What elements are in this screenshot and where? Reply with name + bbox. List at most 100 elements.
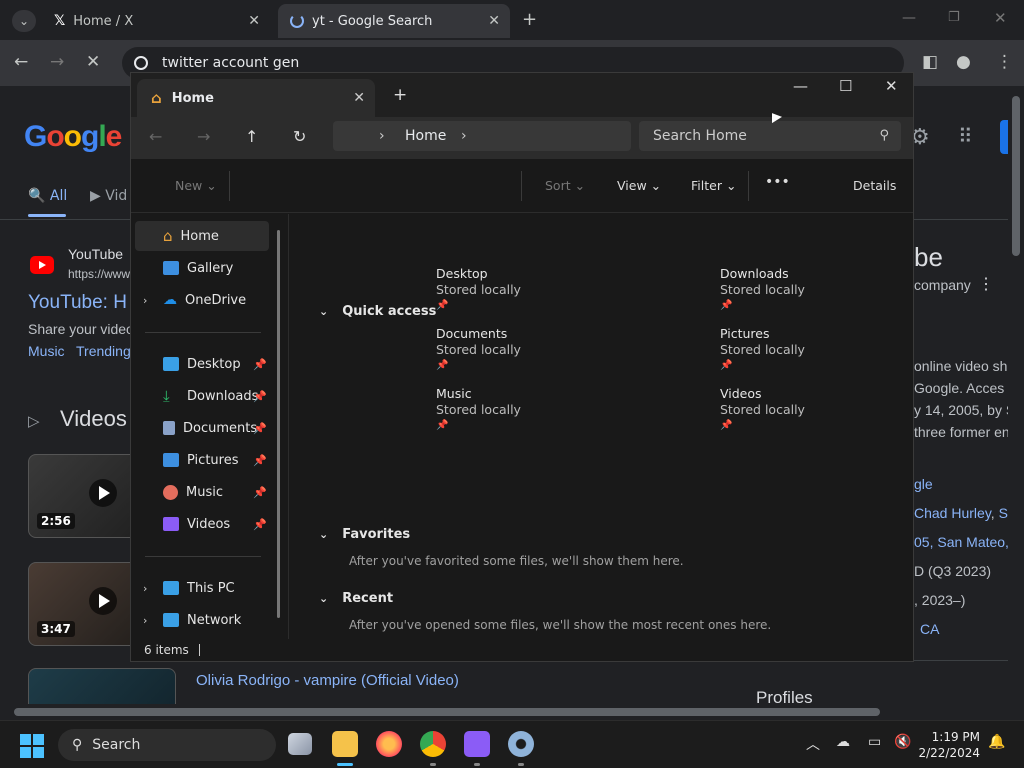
filter-button[interactable]: Filter ⌄ xyxy=(691,178,736,193)
back-icon[interactable]: ← xyxy=(149,127,162,146)
quick-access-downloads[interactable]: Downloads Stored locally 📌 xyxy=(720,266,900,322)
section-recent[interactable]: ⌄ Recent xyxy=(319,591,393,606)
chevron-right-icon[interactable]: › xyxy=(143,614,147,627)
close-window-icon[interactable]: ✕ xyxy=(994,9,1007,27)
quick-access-pictures[interactable]: Pictures Stored locally 📌 xyxy=(720,326,900,382)
sidebar-item-downloads[interactable]: ⤓ Downloads 📌 xyxy=(135,381,269,411)
more-options-button[interactable]: ••• xyxy=(765,174,790,190)
pin-icon[interactable]: 📌 xyxy=(253,358,267,371)
horizontal-scrollbar[interactable] xyxy=(0,704,1008,720)
chevron-right-icon[interactable]: › xyxy=(143,582,147,595)
chrome-app-icon[interactable] xyxy=(420,731,446,757)
pin-icon[interactable]: 📌 xyxy=(253,518,267,531)
taskbar-search-box[interactable]: ⚲ Search xyxy=(58,729,276,761)
close-tab-icon[interactable]: ✕ xyxy=(488,13,500,29)
chevron-down-icon[interactable]: ⌄ xyxy=(319,305,328,318)
video-title-link[interactable]: Olivia Rodrigo - vampire (Official Video… xyxy=(196,672,459,689)
close-window-icon[interactable]: ✕ xyxy=(885,77,898,95)
sidebar-item-network[interactable]: › Network xyxy=(135,605,269,635)
visual-studio-app-icon[interactable] xyxy=(464,731,490,757)
minimize-icon[interactable]: — xyxy=(793,77,808,95)
restore-icon[interactable]: ❐ xyxy=(948,10,960,25)
side-panel-icon[interactable]: ◧ xyxy=(922,52,938,72)
new-button[interactable]: New ⌄ xyxy=(175,178,217,193)
section-favorites[interactable]: ⌄ Favorites xyxy=(319,527,410,542)
back-icon[interactable]: ← xyxy=(14,52,28,72)
sidebar-item-onedrive[interactable]: › ☁ OneDrive xyxy=(135,285,269,315)
pane-divider[interactable] xyxy=(288,214,289,639)
browser-tab-x[interactable]: 𝕏 Home / X ✕ xyxy=(42,4,270,38)
quick-access-desktop[interactable]: Desktop Stored locally 📌 xyxy=(436,266,616,322)
panel-link[interactable]: gle xyxy=(914,476,933,492)
profile-avatar-icon[interactable]: ● xyxy=(956,52,971,72)
windows-start-icon[interactable] xyxy=(20,734,44,758)
stop-loading-icon[interactable]: ✕ xyxy=(86,52,100,72)
file-explorer-app-icon[interactable] xyxy=(332,731,358,757)
pin-icon[interactable]: 📌 xyxy=(253,422,267,435)
result-site-name[interactable]: YouTube xyxy=(68,246,123,262)
notification-bell-icon[interactable]: 🔔 xyxy=(988,734,1005,750)
breadcrumb-home[interactable]: Home xyxy=(405,128,446,144)
scrollbar-thumb[interactable] xyxy=(14,708,880,716)
settings-app-icon[interactable] xyxy=(508,731,534,757)
quick-access-music[interactable]: Music Stored locally 📌 xyxy=(436,386,616,442)
new-tab-icon[interactable]: + xyxy=(522,9,537,30)
sidebar-item-videos[interactable]: Videos 📌 xyxy=(135,509,269,539)
sidebar-item-pictures[interactable]: Pictures 📌 xyxy=(135,445,269,475)
sidebar-item-desktop[interactable]: Desktop 📌 xyxy=(135,349,269,379)
sidebar-item-documents[interactable]: Documents 📌 xyxy=(135,413,269,443)
pin-icon[interactable]: 📌 xyxy=(253,486,267,499)
vertical-scrollbar[interactable] xyxy=(1008,86,1024,704)
maximize-icon[interactable]: ☐ xyxy=(839,77,852,95)
panel-hq[interactable]: CA xyxy=(920,621,939,637)
search-tab-videos[interactable]: ▶ Vid xyxy=(90,188,127,204)
chrome-menu-icon[interactable]: ⋮ xyxy=(996,52,1013,72)
firefox-app-icon[interactable] xyxy=(376,731,402,757)
section-quick-access[interactable]: ⌄ Quick access xyxy=(319,304,436,319)
explorer-search-box[interactable]: Search Home ⚲ xyxy=(639,121,901,151)
search-tab-all[interactable]: 🔍 All xyxy=(28,188,67,204)
close-tab-icon[interactable]: ✕ xyxy=(248,13,260,29)
pin-icon[interactable]: 📌 xyxy=(253,390,267,403)
chevron-right-icon[interactable]: › xyxy=(143,294,147,307)
video-thumbnail[interactable] xyxy=(28,668,176,704)
chevron-right-icon[interactable]: › xyxy=(379,128,385,144)
sign-in-button[interactable] xyxy=(1000,120,1008,154)
minimize-icon[interactable]: — xyxy=(902,10,916,26)
chevron-down-icon[interactable]: ⌄ xyxy=(319,592,328,605)
forward-icon[interactable]: → xyxy=(197,127,210,146)
google-logo[interactable]: Google xyxy=(24,120,122,154)
result-url[interactable]: https://www xyxy=(68,267,130,281)
up-icon[interactable]: ↑ xyxy=(245,127,258,146)
sort-button[interactable]: Sort ⌄ xyxy=(545,178,585,193)
chevron-down-icon[interactable]: ⌄ xyxy=(319,528,328,541)
result-link-trending[interactable]: Trending xyxy=(76,343,131,359)
sidebar-item-this-pc[interactable]: › This PC xyxy=(135,573,269,603)
tab-search-chevron-icon[interactable]: ⌄ xyxy=(12,10,36,32)
quick-access-documents[interactable]: Documents Stored locally 📌 xyxy=(436,326,616,382)
details-button[interactable]: Details xyxy=(853,178,896,193)
explorer-tab-home[interactable]: ⌂ Home ✕ xyxy=(137,79,375,117)
refresh-icon[interactable]: ↻ xyxy=(293,127,306,146)
clock[interactable]: 1:19 PM 2/22/2024 xyxy=(918,729,980,761)
onedrive-tray-icon[interactable]: ☁ xyxy=(836,734,850,750)
navigation-pane-scrollbar[interactable] xyxy=(277,230,280,618)
close-tab-icon[interactable]: ✕ xyxy=(353,90,365,106)
explorer-address-bar[interactable]: › Home › xyxy=(333,121,631,151)
view-button[interactable]: View ⌄ xyxy=(617,178,661,193)
show-hidden-icons-icon[interactable]: ︿ xyxy=(806,734,820,754)
panel-more-icon[interactable]: ⋮ xyxy=(978,274,994,294)
result-title-link[interactable]: YouTube: H xyxy=(28,292,127,314)
new-tab-icon[interactable]: + xyxy=(393,85,407,105)
result-link-music[interactable]: Music xyxy=(28,343,65,359)
forward-icon[interactable]: → xyxy=(50,52,64,72)
task-view-icon[interactable] xyxy=(288,733,312,755)
pin-icon[interactable]: 📌 xyxy=(253,454,267,467)
volume-muted-icon[interactable]: 🔇 xyxy=(894,734,911,750)
apps-grid-icon[interactable]: ⠿ xyxy=(958,124,973,149)
browser-tab-google-search[interactable]: yt - Google Search ✕ xyxy=(278,4,510,38)
sidebar-item-music[interactable]: Music 📌 xyxy=(135,477,269,507)
sidebar-item-gallery[interactable]: Gallery xyxy=(135,253,269,283)
chevron-right-icon[interactable]: › xyxy=(461,128,467,144)
scrollbar-thumb[interactable] xyxy=(1012,96,1020,256)
